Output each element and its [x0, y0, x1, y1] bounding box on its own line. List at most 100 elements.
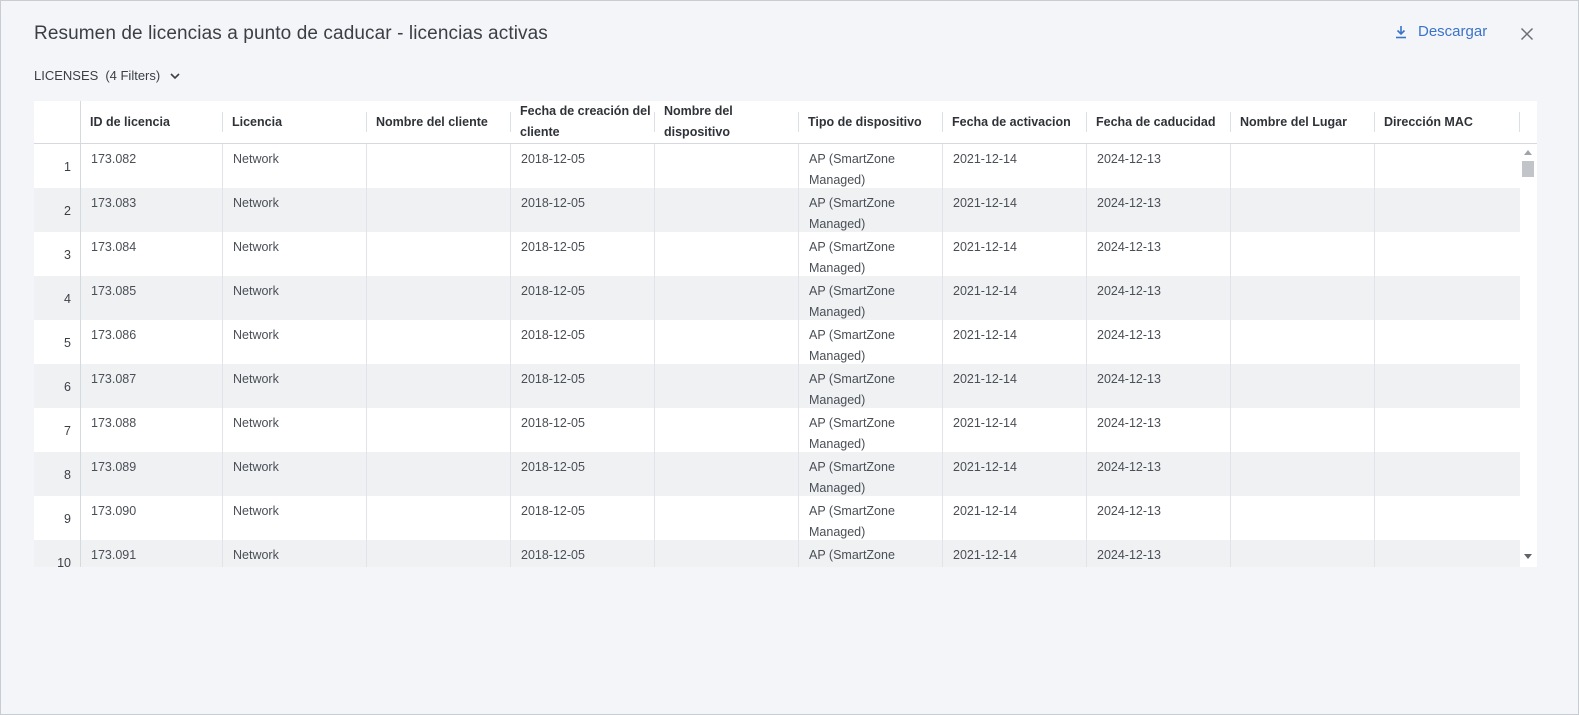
col-activation-date-header[interactable]: Fecha de activacion: [943, 101, 1087, 143]
col-device-name-header[interactable]: Nombre del dispositivo: [655, 101, 799, 143]
table-row[interactable]: 7 173.088 Network 2018-12-05 AP (SmartZone M…: [34, 408, 1520, 452]
col-client-name-cell: [367, 144, 511, 188]
col-license-header[interactable]: Licencia: [223, 101, 367, 143]
col-license-id-cell: 173.083: [91, 196, 137, 210]
col-expiry-date-cell: 2024-12-13: [1097, 284, 1161, 298]
col-expiry-date-cell: 2024-12-13: [1097, 196, 1161, 210]
col-license-cell: Network: [233, 372, 279, 386]
col-place-name-cell: [1231, 364, 1375, 408]
col-device-name-cell: [655, 540, 799, 567]
col-client-name-header[interactable]: Nombre del cliente: [367, 101, 511, 143]
col-mac-address-cell: [1375, 540, 1519, 567]
col-mac-address-cell: [1375, 320, 1519, 364]
col-mac-address-cell: [1375, 276, 1519, 320]
col-expiry-date-cell: 2024-12-13: [1097, 240, 1161, 254]
download-button[interactable]: Descargar: [1393, 23, 1487, 40]
col-client-name-cell: [367, 364, 511, 408]
col-device-name-cell: [655, 144, 799, 188]
col-license-id-cell: 173.088: [91, 416, 137, 430]
col-client-created-cell: 2018-12-05: [521, 460, 585, 474]
license-summary-dialog: Resumen de licencias a punto de caducar …: [0, 0, 1579, 715]
col-client-name-cell: [367, 188, 511, 232]
col-place-name-cell: [1231, 408, 1375, 452]
table-row[interactable]: 10 173.091 Network 2018-12-05 AP (SmartZone …: [34, 540, 1520, 567]
row-number: 10: [57, 556, 71, 567]
col-client-created-cell: 2018-12-05: [521, 196, 585, 210]
table-row[interactable]: 9 173.090 Network 2018-12-05 AP (SmartZone M…: [34, 496, 1520, 540]
col-license-id-cell: 173.082: [91, 152, 137, 166]
col-place-name-cell: [1231, 144, 1375, 188]
col-mac-address-cell: [1375, 232, 1519, 276]
col-device-name-cell: [655, 364, 799, 408]
licenses-table: ID de licencia Licencia Nombre del cliente…: [34, 101, 1537, 567]
col-client-created-cell: 2018-12-05: [521, 328, 585, 342]
col-mac-address-header[interactable]: Dirección MAC: [1375, 101, 1519, 143]
col-client-created-cell: 2018-12-05: [521, 416, 585, 430]
table-row[interactable]: 3 173.084 Network 2018-12-05 AP (SmartZone M…: [34, 232, 1520, 276]
row-number: 6: [64, 380, 71, 394]
col-device-type-cell: AP (SmartZone Managed): [809, 504, 895, 539]
col-client-created-cell: 2018-12-05: [521, 372, 585, 386]
col-place-name-header[interactable]: Nombre del Lugar: [1231, 101, 1375, 143]
col-license-id-cell: 173.089: [91, 460, 137, 474]
col-license-id-header[interactable]: ID de licencia: [81, 101, 223, 143]
col-device-name-cell: [655, 408, 799, 452]
filters-toggle[interactable]: LICENSES (4 Filters): [34, 68, 181, 83]
col-device-name-cell: [655, 232, 799, 276]
table-row[interactable]: 8 173.089 Network 2018-12-05 AP (SmartZone M…: [34, 452, 1520, 496]
scroll-thumb[interactable]: [1522, 161, 1534, 177]
table-row[interactable]: 1 173.082 Network 2018-12-05 AP (SmartZone M…: [34, 144, 1520, 188]
row-number: 8: [64, 468, 71, 482]
scroll-down-icon[interactable]: [1524, 554, 1532, 559]
col-license-cell: Network: [233, 504, 279, 518]
col-place-name-cell: [1231, 496, 1375, 540]
col-device-type-cell: AP (SmartZone Managed): [809, 152, 895, 187]
col-expiry-date-cell: 2024-12-13: [1097, 152, 1161, 166]
download-label: Descargar: [1418, 23, 1488, 40]
table-row[interactable]: 5 173.086 Network 2018-12-05 AP (SmartZone M…: [34, 320, 1520, 364]
chevron-down-icon: [170, 72, 180, 79]
col-activation-date-cell: 2021-12-14: [953, 372, 1017, 386]
col-client-name-cell: [367, 452, 511, 496]
close-icon[interactable]: [1519, 26, 1535, 42]
col-expiry-date-cell: 2024-12-13: [1097, 548, 1161, 562]
row-number: 4: [64, 292, 71, 306]
col-device-type-cell: AP (SmartZone Managed): [809, 548, 895, 562]
col-device-type-header[interactable]: Tipo de dispositivo: [799, 101, 943, 143]
dialog-title: Resumen de licencias a punto de caducar …: [34, 23, 548, 44]
col-activation-date-cell: 2021-12-14: [953, 240, 1017, 254]
col-license-cell: Network: [233, 460, 279, 474]
col-place-name-cell: [1231, 232, 1375, 276]
table-row[interactable]: 4 173.085 Network 2018-12-05 AP (SmartZone M…: [34, 276, 1520, 320]
col-mac-address-cell: [1375, 408, 1519, 452]
col-device-type-cell: AP (SmartZone Managed): [809, 460, 895, 495]
col-mac-address-cell: [1375, 496, 1519, 540]
col-expiry-date-header[interactable]: Fecha de caducidad: [1087, 101, 1231, 143]
col-license-cell: Network: [233, 548, 279, 562]
col-activation-date-cell: 2021-12-14: [953, 548, 1017, 562]
col-client-name-cell: [367, 496, 511, 540]
col-device-type-cell: AP (SmartZone Managed): [809, 372, 895, 407]
col-device-type-cell: AP (SmartZone Managed): [809, 284, 895, 319]
col-license-cell: Network: [233, 196, 279, 210]
col-device-type-cell: AP (SmartZone Managed): [809, 328, 895, 363]
filters-label: LICENSES: [34, 68, 99, 83]
col-client-created-header[interactable]: Fecha de creación del cliente: [511, 101, 655, 143]
col-device-type-cell: AP (SmartZone Managed): [809, 196, 895, 231]
col-license-id-cell: 173.090: [91, 504, 137, 518]
col-expiry-date-cell: 2024-12-13: [1097, 328, 1161, 342]
col-client-name-cell: [367, 232, 511, 276]
row-number: 7: [64, 424, 71, 438]
col-license-id-cell: 173.091: [91, 548, 137, 562]
col-license-cell: Network: [233, 328, 279, 342]
table-row[interactable]: 6 173.087 Network 2018-12-05 AP (SmartZone M…: [34, 364, 1520, 408]
col-client-created-cell: 2018-12-05: [521, 152, 585, 166]
table-row[interactable]: 2 173.083 Network 2018-12-05 AP (SmartZone M…: [34, 188, 1520, 232]
col-client-name-cell: [367, 408, 511, 452]
col-activation-date-cell: 2021-12-14: [953, 504, 1017, 518]
download-icon: [1396, 25, 1406, 38]
col-device-name-cell: [655, 188, 799, 232]
vertical-scrollbar[interactable]: [1520, 144, 1537, 567]
scroll-up-icon[interactable]: [1524, 150, 1532, 155]
row-number: 2: [64, 204, 71, 218]
